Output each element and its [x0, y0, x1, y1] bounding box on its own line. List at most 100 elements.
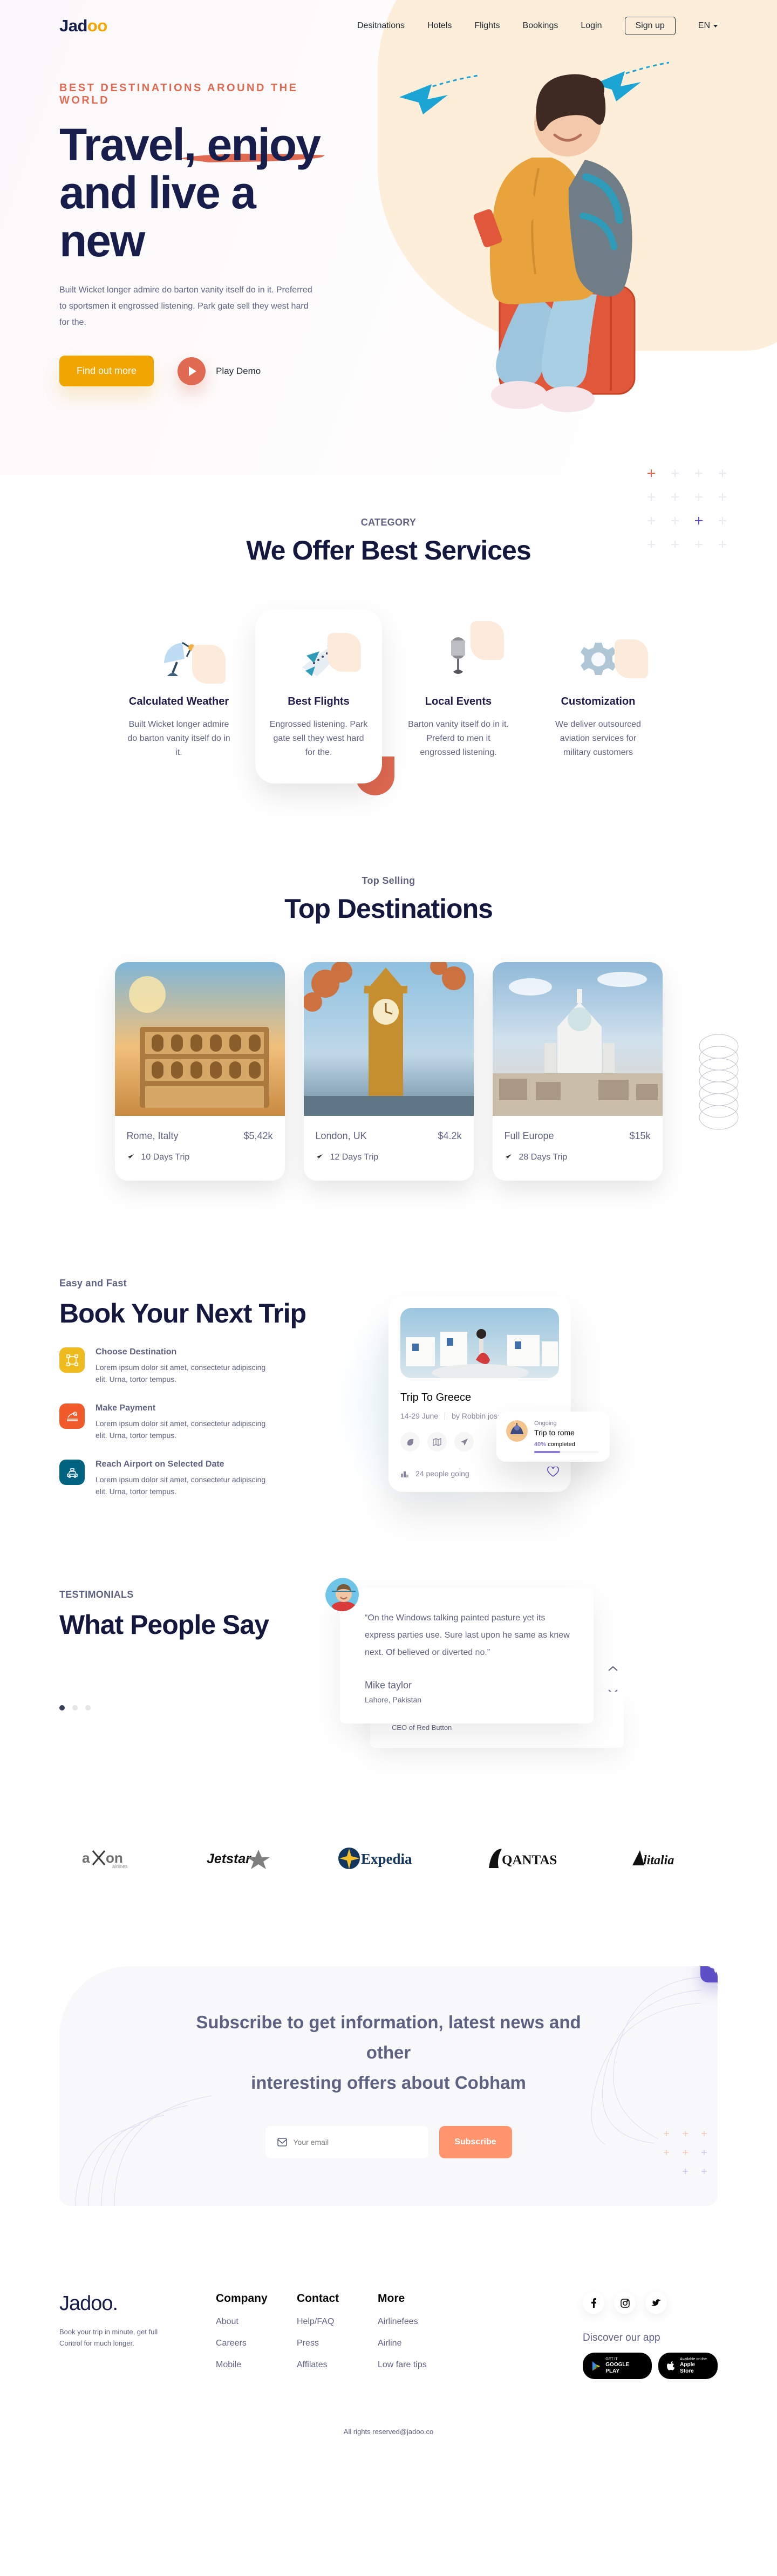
discover-app-label: Discover our app	[583, 2332, 718, 2344]
taxi-icon	[59, 1460, 85, 1485]
footer-link-mobile[interactable]: Mobile	[216, 2360, 297, 2370]
main-nav: Desitnations Hotels Flights Bookings Log…	[357, 17, 718, 35]
testimonial-cards: Chris Thomas CEO of Red Button	[340, 1584, 594, 1723]
footer-link-airlinefees[interactable]: Airlinefees	[378, 2317, 459, 2327]
hero-cta-group: Find out more Play Demo	[59, 356, 345, 386]
nav-item-hotels[interactable]: Hotels	[427, 21, 452, 31]
avatar	[506, 1420, 528, 1442]
nav-item-destinations[interactable]: Desitnations	[357, 21, 405, 31]
footer-link-careers[interactable]: Careers	[216, 2339, 297, 2348]
hero-eyebrow: BEST DESTINATIONS AROUND THE WORLD	[59, 82, 345, 107]
footer-link-help-faq[interactable]: Help/FAQ	[297, 2317, 378, 2327]
svg-text:QANTAS: QANTAS	[502, 1853, 557, 1868]
instagram-icon[interactable]	[614, 2292, 636, 2314]
nav-item-login[interactable]: Login	[581, 21, 602, 31]
language-selector[interactable]: EN	[698, 21, 718, 31]
subscribe-button[interactable]: Subscribe	[439, 2126, 512, 2158]
navigation-icon	[505, 1154, 513, 1162]
destination-card[interactable]: Full Europe $15k 28 Days Trip	[493, 962, 663, 1181]
service-title: Best Flights	[267, 696, 370, 708]
plane-icon	[267, 630, 370, 678]
gear-icon	[547, 630, 650, 678]
app-store-badges: GET IT GOOGLE PLAY Available on the Appl…	[583, 2353, 718, 2379]
trip-image-greece	[400, 1308, 559, 1378]
footer-link-about[interactable]: About	[216, 2317, 297, 2327]
service-card-events[interactable]: Local Events Barton vanity itself do in …	[395, 609, 522, 783]
destination-card[interactable]: London, UK $4.2k 12 Days Trip	[304, 962, 474, 1181]
trip-card[interactable]: Trip To Greece 14-29 June by Robbin jose…	[388, 1296, 571, 1492]
destination-days: 28 Days Trip	[519, 1153, 568, 1162]
progress-bar-track	[534, 1451, 599, 1453]
ongoing-percent: 40% completed	[534, 1441, 599, 1448]
footer-link-airline[interactable]: Airline	[378, 2339, 459, 2348]
find-out-more-button[interactable]: Find out more	[59, 356, 154, 386]
footer-column-head: More	[378, 2292, 459, 2305]
trip-people: 24 people going	[400, 1469, 469, 1478]
trip-footer: 24 people going	[400, 1467, 559, 1480]
book-step-reach-airport: Reach Airport on Selected Date Lorem ips…	[59, 1460, 351, 1497]
destination-card[interactable]: Rome, Italty $5,42k 10 Days Trip	[115, 962, 285, 1181]
google-play-badge[interactable]: GET IT GOOGLE PLAY	[583, 2353, 652, 2379]
step-title: Make Payment	[96, 1403, 274, 1413]
destination-card-body: Rome, Italty $5,42k 10 Days Trip	[115, 1119, 285, 1181]
progress-bar-fill	[534, 1451, 560, 1453]
book-trip-layout: Easy and Fast Book Your Next Trip Cho	[0, 1278, 777, 1497]
send-icon[interactable]	[700, 1966, 718, 1982]
destinations-section: Top Selling Top Destinations	[0, 783, 777, 1181]
svg-text:a: a	[82, 1850, 90, 1866]
footer-link-low-fare-tips[interactable]: Low fare tips	[378, 2360, 459, 2370]
subscribe-title-line1: Subscribe to get information, latest new…	[196, 2012, 581, 2062]
email-input[interactable]	[294, 2138, 407, 2146]
service-card-customization[interactable]: Customization We deliver outsourced avia…	[535, 609, 662, 783]
testimonials-heading: TESTIMONIALS What People Say	[59, 1584, 313, 1723]
destination-card-body: London, UK $4.2k 12 Days Trip	[304, 1119, 474, 1181]
service-card-flights[interactable]: Best Flights Engrossed listening. Park g…	[255, 609, 382, 783]
subscribe-section: Subscribe to get information, latest new…	[0, 1869, 777, 2206]
logo[interactable]: Jadoo	[59, 16, 107, 36]
footer-column-company: Company About Careers Mobile	[216, 2292, 297, 2379]
destination-price: $5,42k	[243, 1130, 272, 1142]
page-title: Travel, enjoy and live a new	[59, 121, 345, 265]
destination-name: Full Europe	[505, 1130, 554, 1142]
play-demo-button[interactable]: Play Demo	[178, 357, 261, 385]
hero-content: BEST DESTINATIONS AROUND THE WORLD Trave…	[0, 36, 345, 386]
carousel-dot-3[interactable]	[85, 1705, 91, 1710]
payment-icon	[59, 1403, 85, 1429]
signup-button[interactable]: Sign up	[625, 17, 676, 35]
footer-link-affilates[interactable]: Affilates	[297, 2360, 378, 2370]
destination-image-europe	[493, 962, 663, 1116]
carousel-dot-1[interactable]	[59, 1705, 65, 1710]
hero-title-line2: and live a new	[59, 167, 255, 266]
expedia-logo: Expedia	[337, 1848, 424, 1869]
footer-link-press[interactable]: Press	[297, 2339, 378, 2348]
ongoing-trip-card[interactable]: Ongoing Trip to rome 40% completed	[496, 1412, 610, 1462]
book-step-choose-destination: Choose Destination Lorem ipsum dolor sit…	[59, 1347, 351, 1385]
heart-icon[interactable]	[547, 1467, 559, 1480]
chevron-up-icon[interactable]	[608, 1665, 618, 1674]
nav-item-bookings[interactable]: Bookings	[523, 21, 558, 31]
service-card-weather[interactable]: Calculated Weather Built Wicket longer a…	[115, 609, 242, 783]
leaf-icon[interactable]	[400, 1432, 420, 1451]
send-icon[interactable]	[454, 1432, 474, 1451]
envelope-icon	[277, 2137, 287, 2148]
twitter-icon[interactable]	[645, 2292, 667, 2314]
navigation-icon	[316, 1154, 324, 1162]
testimonial-card-primary[interactable]: “On the Windows talking painted pasture …	[340, 1588, 594, 1723]
trip-dates: 14-29 June	[400, 1412, 438, 1420]
book-title: Book Your Next Trip	[59, 1298, 351, 1329]
service-title: Local Events	[407, 696, 510, 708]
book-step-make-payment: Make Payment Lorem ipsum dolor sit amet,…	[59, 1403, 351, 1441]
footer-column-more: More Airlinefees Airline Low fare tips	[378, 2292, 459, 2379]
carousel-dot-2[interactable]	[72, 1705, 78, 1710]
destination-days: 12 Days Trip	[330, 1153, 379, 1162]
satellite-icon	[127, 630, 230, 678]
footer-logo[interactable]: Jadoo.	[59, 2292, 216, 2315]
map-icon[interactable]	[427, 1432, 447, 1451]
facebook-icon[interactable]	[583, 2292, 604, 2314]
apple-store-badge[interactable]: Available on the Apple Store	[658, 2353, 718, 2379]
copyright: All rights reserved@jadoo.co	[0, 2428, 777, 2436]
testimonial-role: CEO of Red Button	[392, 1723, 602, 1732]
service-title: Customization	[547, 696, 650, 708]
nav-item-flights[interactable]: Flights	[474, 21, 500, 31]
email-field-wrapper[interactable]	[265, 2126, 428, 2158]
